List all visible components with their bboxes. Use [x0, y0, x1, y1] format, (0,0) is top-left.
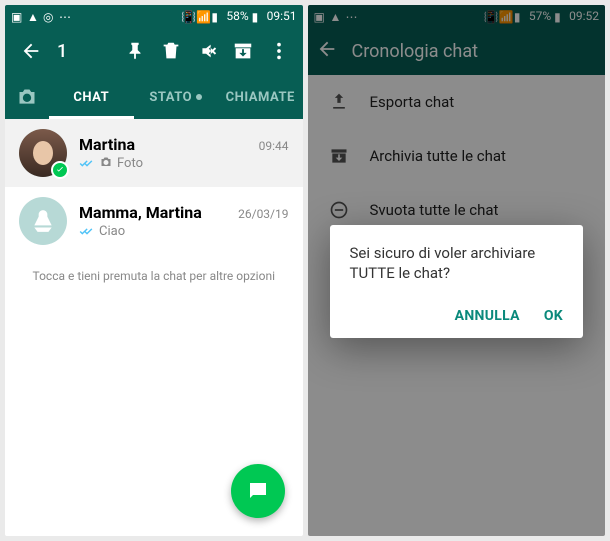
photo-icon	[99, 156, 113, 172]
delete-button[interactable]	[153, 31, 189, 71]
avatar[interactable]	[19, 197, 67, 245]
signal-icon: ▮	[211, 10, 223, 22]
tab-stato-label: STATO	[149, 90, 192, 105]
instagram-icon: ◎	[43, 10, 55, 22]
battery-text: 58%	[226, 9, 248, 23]
chat-content: Mamma, Martina 26/03/19 Ciao	[79, 203, 289, 239]
chat-name: Mamma, Martina	[79, 203, 202, 222]
chat-subtitle: Ciao	[99, 224, 125, 239]
pin-button[interactable]	[117, 31, 153, 71]
screen-chat-history: ▣ ▲ ⋯ 📳 📶 ▮ 57% ▮ 09:52 Cronologia chat …	[308, 5, 606, 536]
archive-button[interactable]	[225, 31, 261, 71]
overflow-button[interactable]	[261, 31, 297, 71]
tab-chat[interactable]: CHAT	[49, 75, 134, 119]
back-button[interactable]	[11, 31, 51, 71]
battery-icon: ▮	[252, 10, 264, 22]
read-ticks-icon	[79, 226, 95, 238]
stato-dot-icon	[196, 94, 202, 100]
chat-list: Martina 09:44 Foto	[5, 119, 303, 297]
selection-action-bar: 1	[5, 27, 303, 75]
tab-chiamate-label: CHIAMATE	[226, 90, 295, 105]
chat-row[interactable]: Martina 09:44 Foto	[5, 119, 303, 187]
new-chat-fab[interactable]	[231, 464, 285, 518]
chat-content: Martina 09:44 Foto	[79, 135, 289, 172]
status-bar: ▣ ▲ ◎ ⋯ 📳 📶 ▮ 58% ▮ 09:51	[5, 5, 303, 27]
notification-icon: ▣	[11, 10, 23, 22]
confirm-dialog: Sei sicuro di voler archiviare TUTTE le …	[330, 225, 584, 338]
mute-button[interactable]	[189, 31, 225, 71]
vibrate-icon: 📳	[181, 10, 193, 22]
tab-stato[interactable]: STATO	[134, 75, 219, 119]
tab-chiamate[interactable]: CHIAMATE	[218, 75, 303, 119]
read-ticks-icon	[79, 158, 95, 170]
avatar[interactable]	[19, 129, 67, 177]
dialog-ok-button[interactable]: OK	[544, 308, 563, 324]
chat-subtitle: Foto	[117, 156, 143, 171]
tabs: CHAT STATO CHIAMATE	[5, 75, 303, 119]
chat-row[interactable]: Mamma, Martina 26/03/19 Ciao	[5, 187, 303, 255]
chat-time: 09:44	[259, 139, 289, 153]
warning-icon: ▲	[27, 10, 39, 22]
chat-time: 26/03/19	[238, 207, 288, 221]
wifi-icon: 📶	[196, 10, 208, 22]
chat-name: Martina	[79, 135, 135, 154]
selected-check-icon	[51, 161, 69, 179]
dots-icon: ⋯	[59, 10, 71, 22]
screen-chat-selection: ▣ ▲ ◎ ⋯ 📳 📶 ▮ 58% ▮ 09:51 1	[5, 5, 303, 536]
hint-text: Tocca e tieni premuta la chat per altre …	[5, 255, 303, 297]
selection-count: 1	[57, 41, 67, 62]
clock-text: 09:51	[267, 9, 297, 23]
dialog-message: Sei sicuro di voler archiviare TUTTE le …	[350, 243, 564, 284]
dialog-cancel-button[interactable]: ANNULLA	[455, 308, 520, 324]
tab-chat-label: CHAT	[73, 90, 109, 105]
camera-tab[interactable]	[5, 87, 49, 107]
